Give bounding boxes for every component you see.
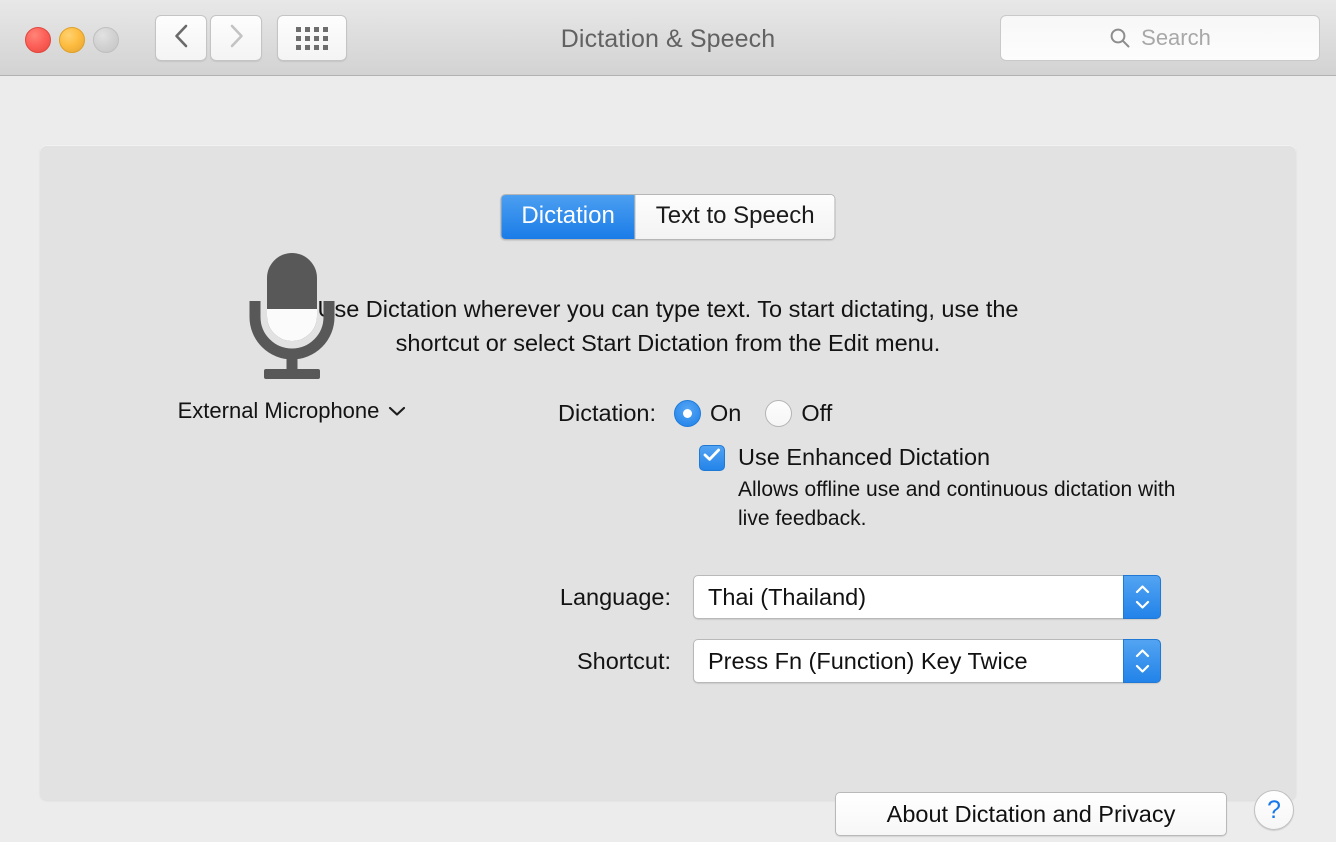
chevron-down-icon xyxy=(388,405,406,417)
language-stepper-icon[interactable] xyxy=(1123,575,1161,619)
search-field[interactable]: Search xyxy=(1000,15,1320,61)
dictation-off-option[interactable]: Off xyxy=(765,400,832,427)
window-toolbar: Dictation & Speech Search xyxy=(0,0,1336,76)
radio-off-label: Off xyxy=(801,400,832,427)
language-value: Thai (Thailand) xyxy=(694,584,866,611)
radio-off[interactable] xyxy=(765,400,792,427)
search-placeholder: Search xyxy=(1141,25,1211,51)
tab-bar: Dictation Text to Speech xyxy=(500,194,835,240)
search-icon xyxy=(1109,27,1131,49)
enhanced-dictation-label: Use Enhanced Dictation xyxy=(738,444,990,471)
shortcut-stepper-icon[interactable] xyxy=(1123,639,1161,683)
preferences-window: Dictation & Speech Search Dictation Text… xyxy=(0,0,1336,842)
shortcut-value: Press Fn (Function) Key Twice xyxy=(694,648,1028,675)
shortcut-label: Shortcut: xyxy=(526,648,671,675)
shortcut-row: Shortcut: Press Fn (Function) Key Twice xyxy=(526,639,1161,683)
radio-on-label: On xyxy=(710,400,741,427)
dictation-row: Dictation: On Off xyxy=(526,400,832,427)
tab-dictation[interactable]: Dictation xyxy=(501,195,634,239)
tab-text-to-speech[interactable]: Text to Speech xyxy=(635,195,835,239)
content-area: Dictation Text to Speech Use Dictation w… xyxy=(0,76,1336,842)
radio-on[interactable] xyxy=(674,400,701,427)
microphone-block: External Microphone xyxy=(172,245,412,424)
enhanced-dictation-checkbox[interactable] xyxy=(699,445,725,471)
enhanced-dictation-toggle[interactable]: Use Enhanced Dictation xyxy=(699,444,990,471)
preference-panel: Dictation Text to Speech Use Dictation w… xyxy=(40,145,1296,800)
checkmark-icon xyxy=(703,448,721,467)
microphone-source-selector[interactable]: External Microphone xyxy=(178,398,407,424)
microphone-label: External Microphone xyxy=(178,398,380,424)
dictation-on-option[interactable]: On xyxy=(674,400,741,427)
enhanced-dictation-row: Use Enhanced Dictation Allows offline us… xyxy=(699,444,1208,533)
language-label: Language: xyxy=(526,584,671,611)
dictation-label: Dictation: xyxy=(526,400,656,427)
about-dictation-and-privacy-button[interactable]: About Dictation and Privacy xyxy=(835,792,1227,836)
microphone-icon xyxy=(233,372,351,389)
help-button[interactable]: ? xyxy=(1254,790,1294,830)
language-popup-button[interactable]: Thai (Thailand) xyxy=(693,575,1161,619)
enhanced-dictation-subtext: Allows offline use and continuous dictat… xyxy=(738,475,1208,533)
language-row: Language: Thai (Thailand) xyxy=(526,575,1161,619)
shortcut-popup-button[interactable]: Press Fn (Function) Key Twice xyxy=(693,639,1161,683)
